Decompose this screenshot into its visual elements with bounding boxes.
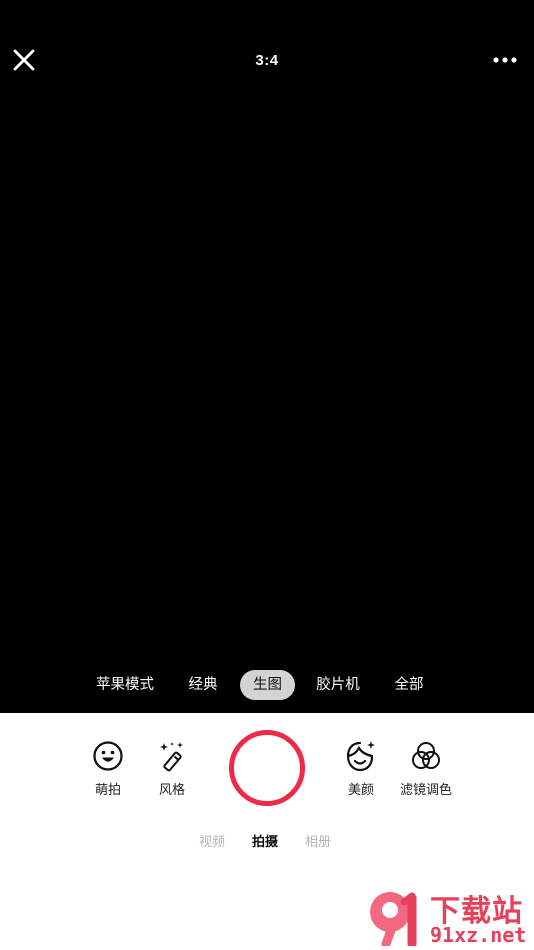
mode-album[interactable]: 相册 (305, 831, 331, 850)
watermark-logo-icon (370, 892, 417, 946)
style-tab-all[interactable]: 全部 (386, 670, 432, 700)
capture-mode-bar: 视频 拍摄 相册 (0, 831, 534, 851)
more-options-button[interactable] (488, 46, 522, 74)
color-circles-icon (412, 742, 440, 769)
style-tab-apple-mode[interactable]: 苹果模式 (90, 670, 160, 700)
close-icon (13, 49, 35, 71)
smiley-face-icon (93, 741, 123, 771)
style-tab-generate[interactable]: 生图 (240, 670, 295, 700)
beauty-face-sparkle-icon (346, 741, 375, 772)
filter-adjust-label: 滤镜调色 (399, 783, 452, 798)
magic-wand-icon (160, 742, 183, 772)
mode-video[interactable]: 视频 (199, 831, 225, 850)
shutter-button[interactable] (229, 730, 305, 806)
cute-shot-label: 萌拍 (94, 783, 121, 798)
watermark-url: 91xz.net (430, 923, 527, 947)
close-button[interactable] (6, 42, 42, 78)
beauty-button[interactable]: 美颜 (325, 739, 397, 798)
aspect-ratio-button[interactable]: 3:4 (237, 48, 297, 72)
cute-shot-button[interactable]: 萌拍 (72, 739, 144, 798)
camera-viewfinder[interactable] (0, 0, 534, 713)
site-watermark: 下载站 91xz.net (360, 885, 530, 947)
mode-photo[interactable]: 拍摄 (252, 831, 278, 850)
style-button[interactable]: 风格 (136, 739, 208, 798)
more-dots-icon (493, 57, 517, 63)
style-tab-film-camera[interactable]: 胶片机 (311, 670, 365, 700)
style-label: 风格 (158, 783, 185, 798)
style-tab-classic[interactable]: 经典 (180, 670, 226, 700)
style-tab-bar: 苹果模式 经典 生图 胶片机 全部 (0, 669, 534, 701)
filter-adjust-button[interactable]: 滤镜调色 (390, 739, 462, 798)
beauty-label: 美颜 (347, 783, 374, 798)
